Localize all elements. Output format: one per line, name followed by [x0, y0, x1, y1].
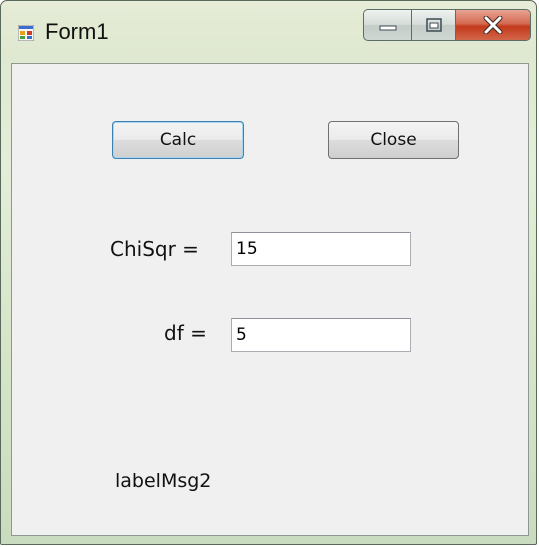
message-label: labelMsg2 — [115, 470, 212, 492]
form-client-area: Calc Close ChiSqr = df = labelMsg2 — [11, 63, 529, 536]
form-app-icon — [18, 25, 34, 41]
maximize-button[interactable] — [411, 9, 455, 41]
calc-button-label: Calc — [159, 130, 197, 150]
df-input[interactable] — [231, 318, 411, 352]
close-button-label: Close — [370, 130, 417, 150]
close-button[interactable]: Close — [328, 121, 459, 159]
caption-buttons — [363, 9, 531, 41]
close-window-button[interactable] — [455, 9, 531, 41]
df-label: df = — [164, 321, 207, 345]
chisqr-input[interactable] — [231, 232, 411, 266]
minimize-button[interactable] — [363, 9, 411, 41]
chisqr-label: ChiSqr = — [110, 237, 199, 261]
title-bar[interactable]: Form1 — [1, 1, 536, 61]
form1-window: Form1 Calc Close ChiSqr = 15 df = 5 labe… — [0, 0, 537, 545]
calc-button[interactable]: Calc — [112, 121, 244, 159]
maximize-icon — [425, 18, 442, 32]
minimize-icon — [379, 25, 396, 31]
window-title: Form1 — [45, 19, 109, 44]
close-icon — [483, 16, 503, 34]
